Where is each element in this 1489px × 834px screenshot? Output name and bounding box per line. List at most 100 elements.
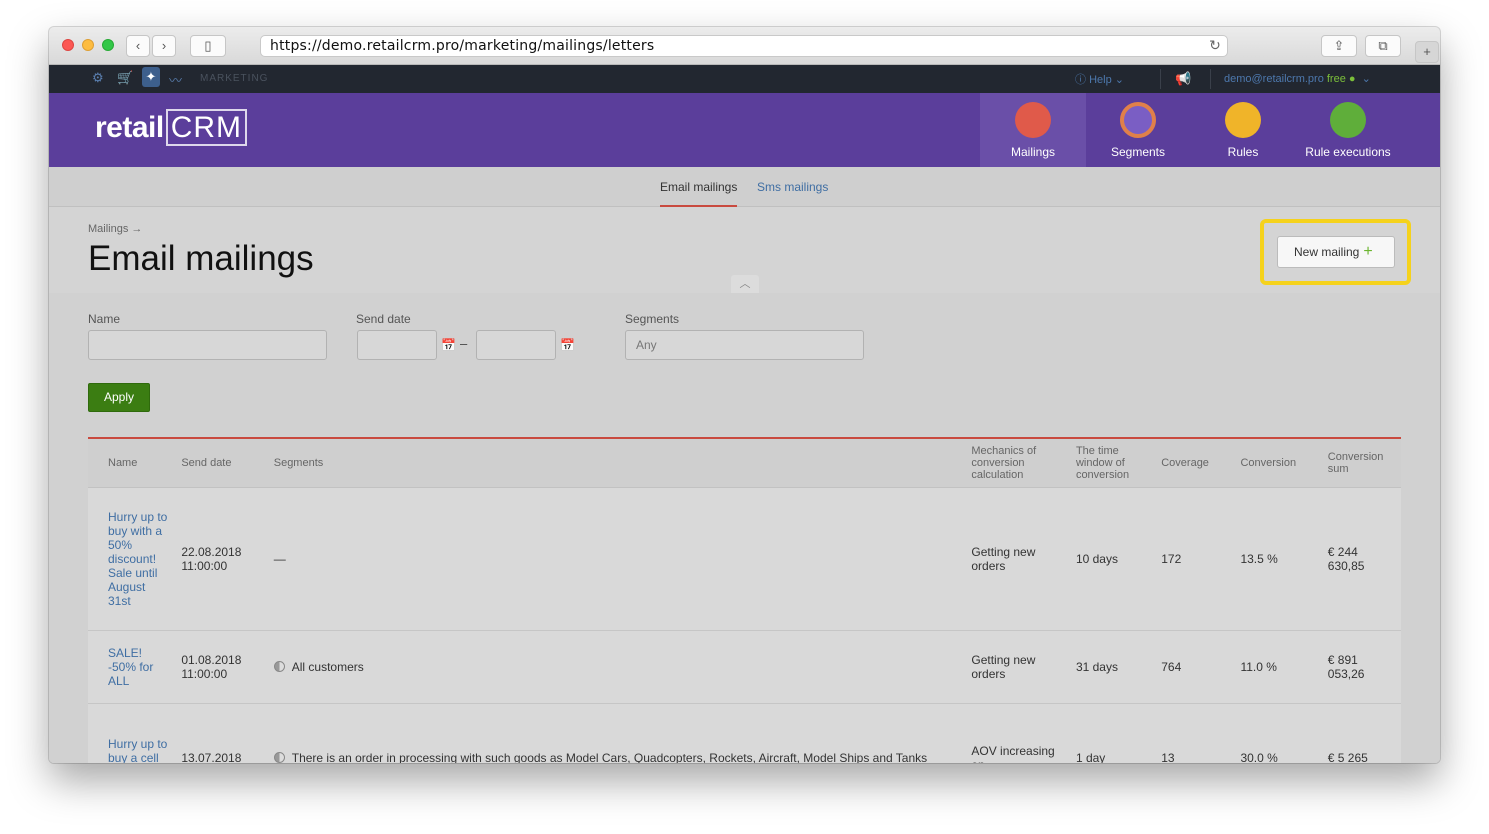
calendar-icon[interactable]: 📅 <box>560 338 575 352</box>
tabs-icon[interactable]: ⧉ <box>1365 35 1401 57</box>
mailing-name-link[interactable]: SALE! -50% for ALL <box>88 630 176 704</box>
system-topbar: ⚙ 🛒 ✦ 〰 MARKETING ⓘ Help ⌄ 📢 demo@retail… <box>49 65 1440 93</box>
mechanics-cell: Getting new orders <box>965 630 1070 704</box>
send-date-from-input[interactable] <box>357 330 437 360</box>
analytics-icon[interactable]: 〰 <box>169 70 182 89</box>
table-row[interactable]: Hurry up to buy a cell phone 13.07.2018 … <box>88 703 1401 763</box>
conversion-sum-cell: € 5 265 <box>1321 703 1401 763</box>
mechanics-cell: Getting new orders <box>965 487 1070 631</box>
back-icon[interactable]: ‹ <box>126 35 150 57</box>
retailcrm-logo[interactable]: retail CRM <box>95 109 248 146</box>
settings-gear-icon[interactable]: ⚙ <box>92 70 104 86</box>
segment-name[interactable]: All customers <box>292 660 364 674</box>
divider <box>1210 69 1211 89</box>
mailings-table: Name Send date Segments Mechanics of con… <box>88 437 1401 763</box>
segment-pie-icon <box>273 660 285 672</box>
mailing-name-link[interactable]: Hurry up to buy a cell phone <box>88 703 176 763</box>
column-header[interactable]: Name <box>88 439 176 488</box>
section-label: MARKETING <box>200 73 269 84</box>
segment-name[interactable]: There is an order in processing with suc… <box>292 751 927 763</box>
conversion-cell: 30.0 % <box>1234 703 1322 763</box>
tab-label: Segments <box>1110 145 1166 159</box>
tab-label: Mailings <box>1010 145 1055 159</box>
plus-icon: + <box>1363 243 1373 260</box>
browser-toolbar: ‹ › ▯ https://demo.retailcrm.pro/marketi… <box>49 27 1440 65</box>
name-label: Name <box>88 312 121 326</box>
column-header[interactable]: Mechanics of conversion calculation <box>965 439 1070 488</box>
window-cell: 10 days <box>1069 487 1156 631</box>
minimize-window-button[interactable] <box>82 39 94 51</box>
column-header[interactable]: The time window of conversion <box>1069 439 1156 488</box>
reload-icon[interactable]: ↻ <box>1209 36 1221 56</box>
browser-window: ‹ › ▯ https://demo.retailcrm.pro/marketi… <box>49 27 1440 763</box>
name-input[interactable] <box>88 330 327 360</box>
new-mailing-button[interactable]: New mailing + <box>1277 236 1395 268</box>
table-header-row: Name Send date Segments Mechanics of con… <box>88 439 1401 488</box>
column-header[interactable]: Send date <box>175 439 268 488</box>
column-header[interactable]: Coverage <box>1155 439 1235 488</box>
url-text: https://demo.retailcrm.pro/marketing/mai… <box>270 38 655 54</box>
tab-rule-executions[interactable]: Rule executions <box>1295 93 1401 167</box>
sidebar-toggle-icon[interactable]: ▯ <box>190 35 226 57</box>
mechanics-cell: AOV increasing on <box>965 703 1070 763</box>
calendar-icon[interactable]: 📅 <box>441 338 456 352</box>
segment-pie-icon <box>273 752 285 763</box>
forward-icon[interactable]: › <box>152 35 176 57</box>
close-window-button[interactable] <box>62 39 74 51</box>
conversion-sum-cell: € 891 053,26 <box>1321 630 1401 704</box>
logo-text: retail <box>95 111 164 144</box>
send-date-cell: 01.08.2018 11:00:00 <box>175 630 268 704</box>
sub-navigation: Email mailings Sms mailings <box>49 167 1440 207</box>
window-cell: 31 days <box>1069 630 1156 704</box>
table-row[interactable]: SALE! -50% for ALL 01.08.2018 11:00:00 A… <box>88 630 1401 704</box>
new-tab-icon[interactable]: + <box>1415 41 1439 63</box>
segments-label: Segments <box>625 312 680 326</box>
logo-crm-text: CRM <box>165 109 248 146</box>
conversion-cell: 13.5 % <box>1234 487 1322 631</box>
tab-email-mailings[interactable]: Email mailings <box>660 180 738 207</box>
divider <box>1160 69 1161 89</box>
mailings-icon <box>1015 102 1051 138</box>
tab-rules[interactable]: Rules <box>1190 93 1296 167</box>
window-cell: 1 day <box>1069 703 1156 763</box>
send-date-cell: 22.08.2018 11:00:00 <box>175 487 268 631</box>
column-header[interactable]: Conversion sum <box>1321 439 1401 488</box>
help-label: Help <box>1089 74 1112 86</box>
column-header[interactable]: Conversion <box>1234 439 1322 488</box>
address-bar[interactable]: https://demo.retailcrm.pro/marketing/mai… <box>260 35 1228 57</box>
column-header[interactable]: Segments <box>267 439 966 488</box>
marketing-icon[interactable]: ✦ <box>142 67 160 87</box>
table-row[interactable]: Hurry up to buy with a 50% discount! Sal… <box>88 487 1401 631</box>
send-date-to-input[interactable] <box>476 330 556 360</box>
tab-mailings[interactable]: Mailings <box>980 93 1086 167</box>
conversion-cell: 11.0 % <box>1234 630 1322 704</box>
new-mailing-label: New mailing <box>1294 245 1360 259</box>
help-menu[interactable]: ⓘ Help ⌄ <box>1075 71 1124 87</box>
filter-panel: ︿ Name Send date 📅 – 📅 Segments Any Appl… <box>49 275 1440 763</box>
coverage-cell: 13 <box>1155 703 1235 763</box>
cart-icon[interactable]: 🛒 <box>117 70 133 86</box>
coverage-cell: 172 <box>1155 487 1235 631</box>
tab-segments[interactable]: Segments <box>1085 93 1191 167</box>
status-dot-icon: ● <box>1348 73 1356 85</box>
breadcrumb[interactable]: Mailings → <box>88 223 142 235</box>
page-title: Email mailings <box>88 239 314 278</box>
date-range-dash: – <box>460 336 468 351</box>
user-menu[interactable]: demo@retailcrm.pro free ● ⌄ <box>1224 72 1371 85</box>
rule-executions-icon <box>1330 102 1366 138</box>
segments-select[interactable]: Any <box>625 330 864 360</box>
mailing-name-link[interactable]: Hurry up to buy with a 50% discount! Sal… <box>88 487 176 631</box>
tab-sms-mailings[interactable]: Sms mailings <box>757 180 828 194</box>
share-icon[interactable]: ⇪ <box>1321 35 1357 57</box>
segments-icon <box>1120 102 1156 138</box>
tab-label: Rules <box>1227 145 1259 159</box>
main-content: Mailings → Email mailings New mailing + ︿… <box>49 207 1440 763</box>
announcement-icon[interactable]: 📢 <box>1175 71 1191 87</box>
apply-button[interactable]: Apply <box>88 383 150 412</box>
conversion-sum-cell: € 244 630,85 <box>1321 487 1401 631</box>
zoom-window-button[interactable] <box>102 39 114 51</box>
segments-cell: — <box>267 487 966 631</box>
user-email: demo@retailcrm.pro <box>1224 73 1324 85</box>
segments-placeholder: Any <box>636 338 657 352</box>
collapse-filters-icon[interactable]: ︿ <box>731 275 759 293</box>
